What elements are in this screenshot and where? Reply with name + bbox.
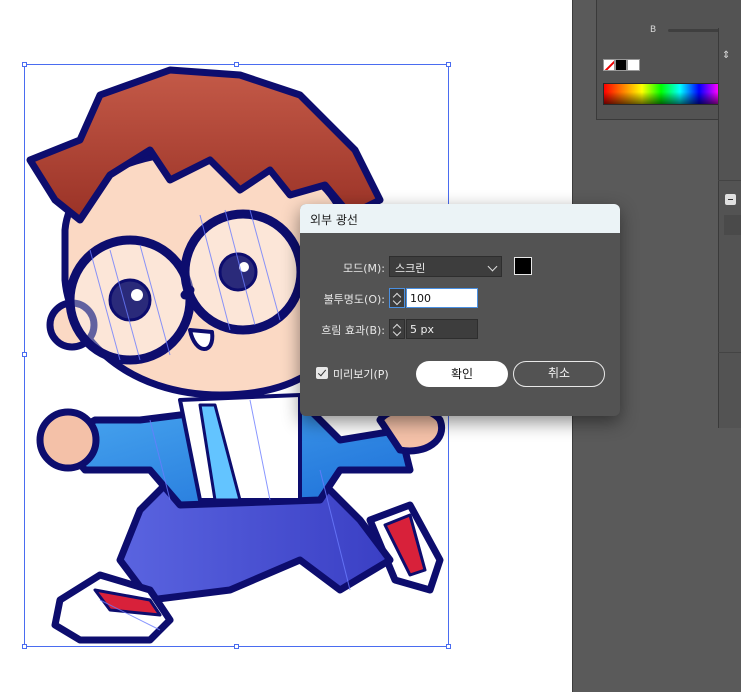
resize-handle-top-right[interactable] — [446, 62, 451, 67]
panel-collapse-arrows-icon[interactable]: ⇕ — [722, 50, 730, 61]
opacity-label: 불투명도(O): — [323, 293, 385, 306]
ok-button[interactable]: 확인 — [416, 361, 508, 387]
color-spectrum[interactable] — [603, 83, 719, 105]
resize-handle-bottom[interactable] — [234, 644, 239, 649]
side-panel-field[interactable] — [724, 215, 741, 235]
preview-checkbox[interactable] — [316, 367, 328, 379]
mode-value: 스크린 — [395, 262, 426, 275]
resize-handle-left[interactable] — [22, 352, 27, 357]
resize-handle-top-left[interactable] — [22, 62, 27, 67]
mode-select[interactable]: 스크린 — [389, 256, 502, 277]
blur-stepper[interactable] — [389, 319, 405, 339]
panel-divider — [718, 180, 741, 181]
minus-icon[interactable] — [725, 194, 736, 205]
channel-b-label: B — [650, 25, 657, 35]
none-swatch-icon[interactable] — [603, 59, 615, 71]
white-swatch[interactable] — [627, 59, 640, 71]
chevron-down-icon — [487, 261, 498, 272]
glow-color-swatch[interactable] — [514, 257, 532, 275]
resize-handle-bottom-right[interactable] — [446, 644, 451, 649]
black-swatch[interactable] — [615, 59, 627, 71]
cancel-button[interactable]: 취소 — [513, 361, 605, 387]
preview-label[interactable]: 미리보기(P) — [333, 366, 389, 382]
blur-label: 흐림 효과(B): — [321, 324, 385, 337]
resize-handle-bottom-left[interactable] — [22, 644, 27, 649]
opacity-stepper[interactable] — [389, 288, 405, 308]
outer-glow-dialog: 외부 광선 모드(M): 스크린 불투명도(O): 100 흐림 효과(B): … — [300, 204, 620, 416]
dialog-titlebar[interactable]: 외부 광선 — [300, 204, 620, 233]
mode-label: 모드(M): — [342, 262, 385, 275]
dialog-title: 외부 광선 — [310, 213, 358, 227]
panel-divider — [718, 352, 741, 353]
blur-input[interactable]: 5 px — [406, 319, 478, 339]
opacity-input[interactable]: 100 — [406, 288, 478, 308]
resize-handle-top[interactable] — [234, 62, 239, 67]
